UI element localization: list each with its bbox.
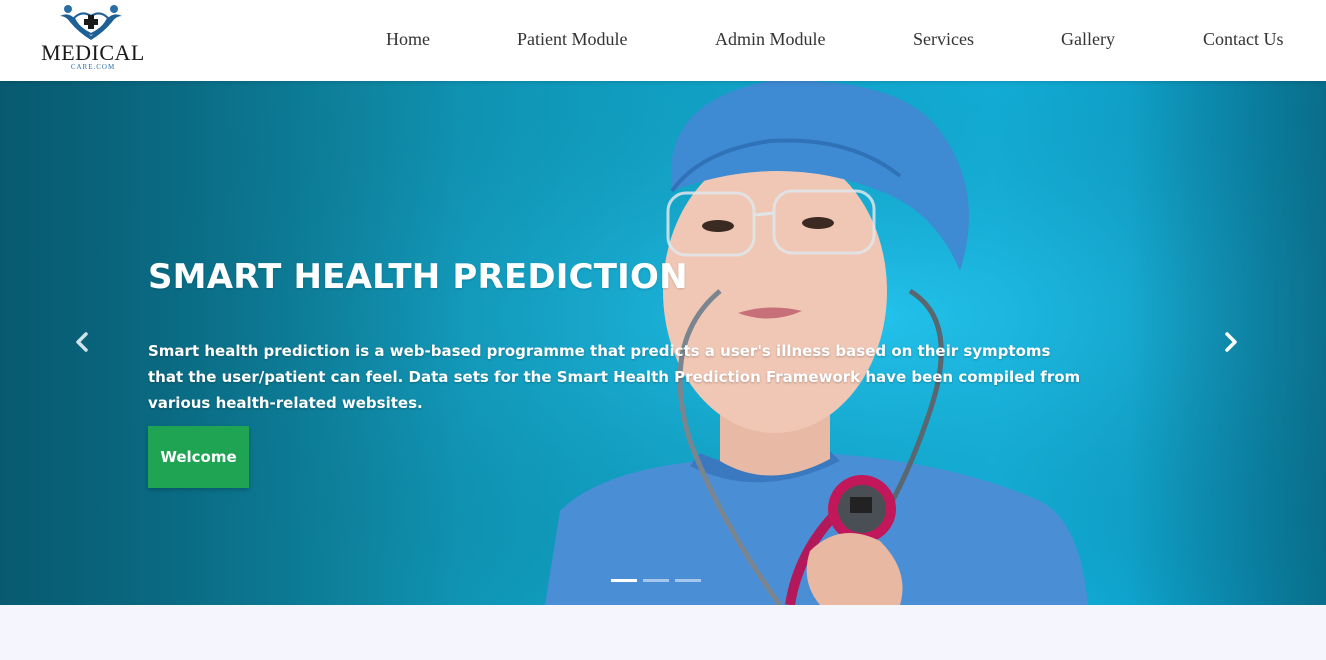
nav-services[interactable]: Services	[913, 29, 974, 50]
carousel-indicator-3[interactable]	[675, 579, 701, 582]
hero-title: SMART HEALTH PREDICTION	[148, 257, 688, 297]
chevron-left-icon	[76, 332, 88, 352]
nav-admin-module[interactable]: Admin Module	[715, 29, 826, 50]
hero-description: Smart health prediction is a web-based p…	[148, 342, 1081, 412]
site-header: MEDICAL CARE.COM Home Patient Module Adm…	[0, 0, 1326, 81]
carousel-indicators	[611, 579, 711, 583]
carousel-indicator-1[interactable]	[611, 579, 637, 582]
hero-carousel: SMART HEALTH PREDICTION Smart health pre…	[0, 81, 1326, 605]
nav-patient-module[interactable]: Patient Module	[517, 29, 628, 50]
chevron-right-icon	[1225, 332, 1237, 352]
nav-contact-us[interactable]: Contact Us	[1203, 29, 1284, 50]
carousel-indicator-2[interactable]	[643, 579, 669, 582]
carousel-next-button[interactable]	[1215, 327, 1245, 357]
carousel-prev-button[interactable]	[68, 327, 98, 357]
nav-gallery[interactable]: Gallery	[1061, 29, 1115, 50]
welcome-button[interactable]: Welcome	[148, 426, 249, 488]
nav-home[interactable]: Home	[386, 29, 430, 50]
main-nav: Home Patient Module Admin Module Service…	[0, 0, 1326, 81]
